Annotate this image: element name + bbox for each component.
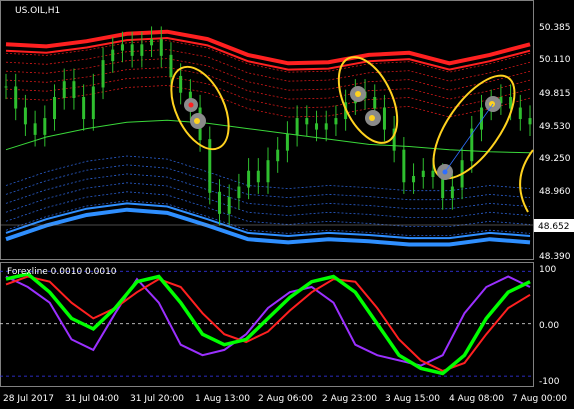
price-tick: 50.385 [539,23,571,33]
time-axis: 28 Jul 2017 31 Jul 04:00 31 Jul 20:00 1 … [3,394,567,404]
chart-window[interactable]: US.OIL,H1 Forexline 0.0010 0.0010 50.385… [0,0,574,409]
price-tick: 48.390 [539,252,571,262]
price-tick: 50.110 [539,55,571,65]
upper-envelope-line [5,40,531,73]
upper-envelope-line [5,67,531,100]
lower-envelope-line [5,200,531,236]
osc-tick: 100 [539,265,556,275]
signal-icon [369,115,375,121]
time-tick: 2 Aug 06:00 [258,394,313,404]
price-tick: 49.250 [539,154,571,164]
highlight-ellipse [432,74,516,180]
time-tick: 31 Jul 20:00 [130,394,184,404]
signal-icon [355,91,361,97]
price-layer [0,26,533,247]
time-tick: 3 Aug 15:00 [385,394,440,404]
lower-band-line [5,202,531,240]
oscillator-layer [0,270,533,377]
signal-icon [188,102,194,108]
current-price-label: 48.652 [538,222,570,232]
indicator-label: Forexline 0.0010 0.0010 [7,267,117,277]
time-tick: 7 Aug 00:00 [512,394,567,404]
price-tick: 49.530 [539,122,571,132]
lower-band-line [5,207,531,247]
price-axis: 50.385 50.110 49.815 49.530 49.250 48.96… [534,23,574,262]
time-tick: 4 Aug 08:00 [449,394,504,404]
oscillator-axis: 100 0.00 -100 [539,265,560,387]
highlight-ellipse [519,149,534,213]
osc-purple-line [5,275,531,367]
osc-tick: -100 [539,377,560,387]
chart-canvas[interactable]: US.OIL,H1 Forexline 0.0010 0.0010 50.385… [0,0,574,409]
time-tick: 31 Jul 04:00 [65,394,119,404]
time-tick: 28 Jul 2017 [3,394,54,404]
highlight-annotations [170,56,534,213]
osc-tick: 0.00 [539,321,559,331]
chart-title: US.OIL,H1 [15,6,60,16]
time-tick: 1 Aug 13:00 [195,394,250,404]
signal-icon [194,118,200,124]
price-tick: 49.815 [539,89,571,99]
price-tick: 48.960 [539,187,571,197]
time-tick: 2 Aug 23:00 [322,394,377,404]
